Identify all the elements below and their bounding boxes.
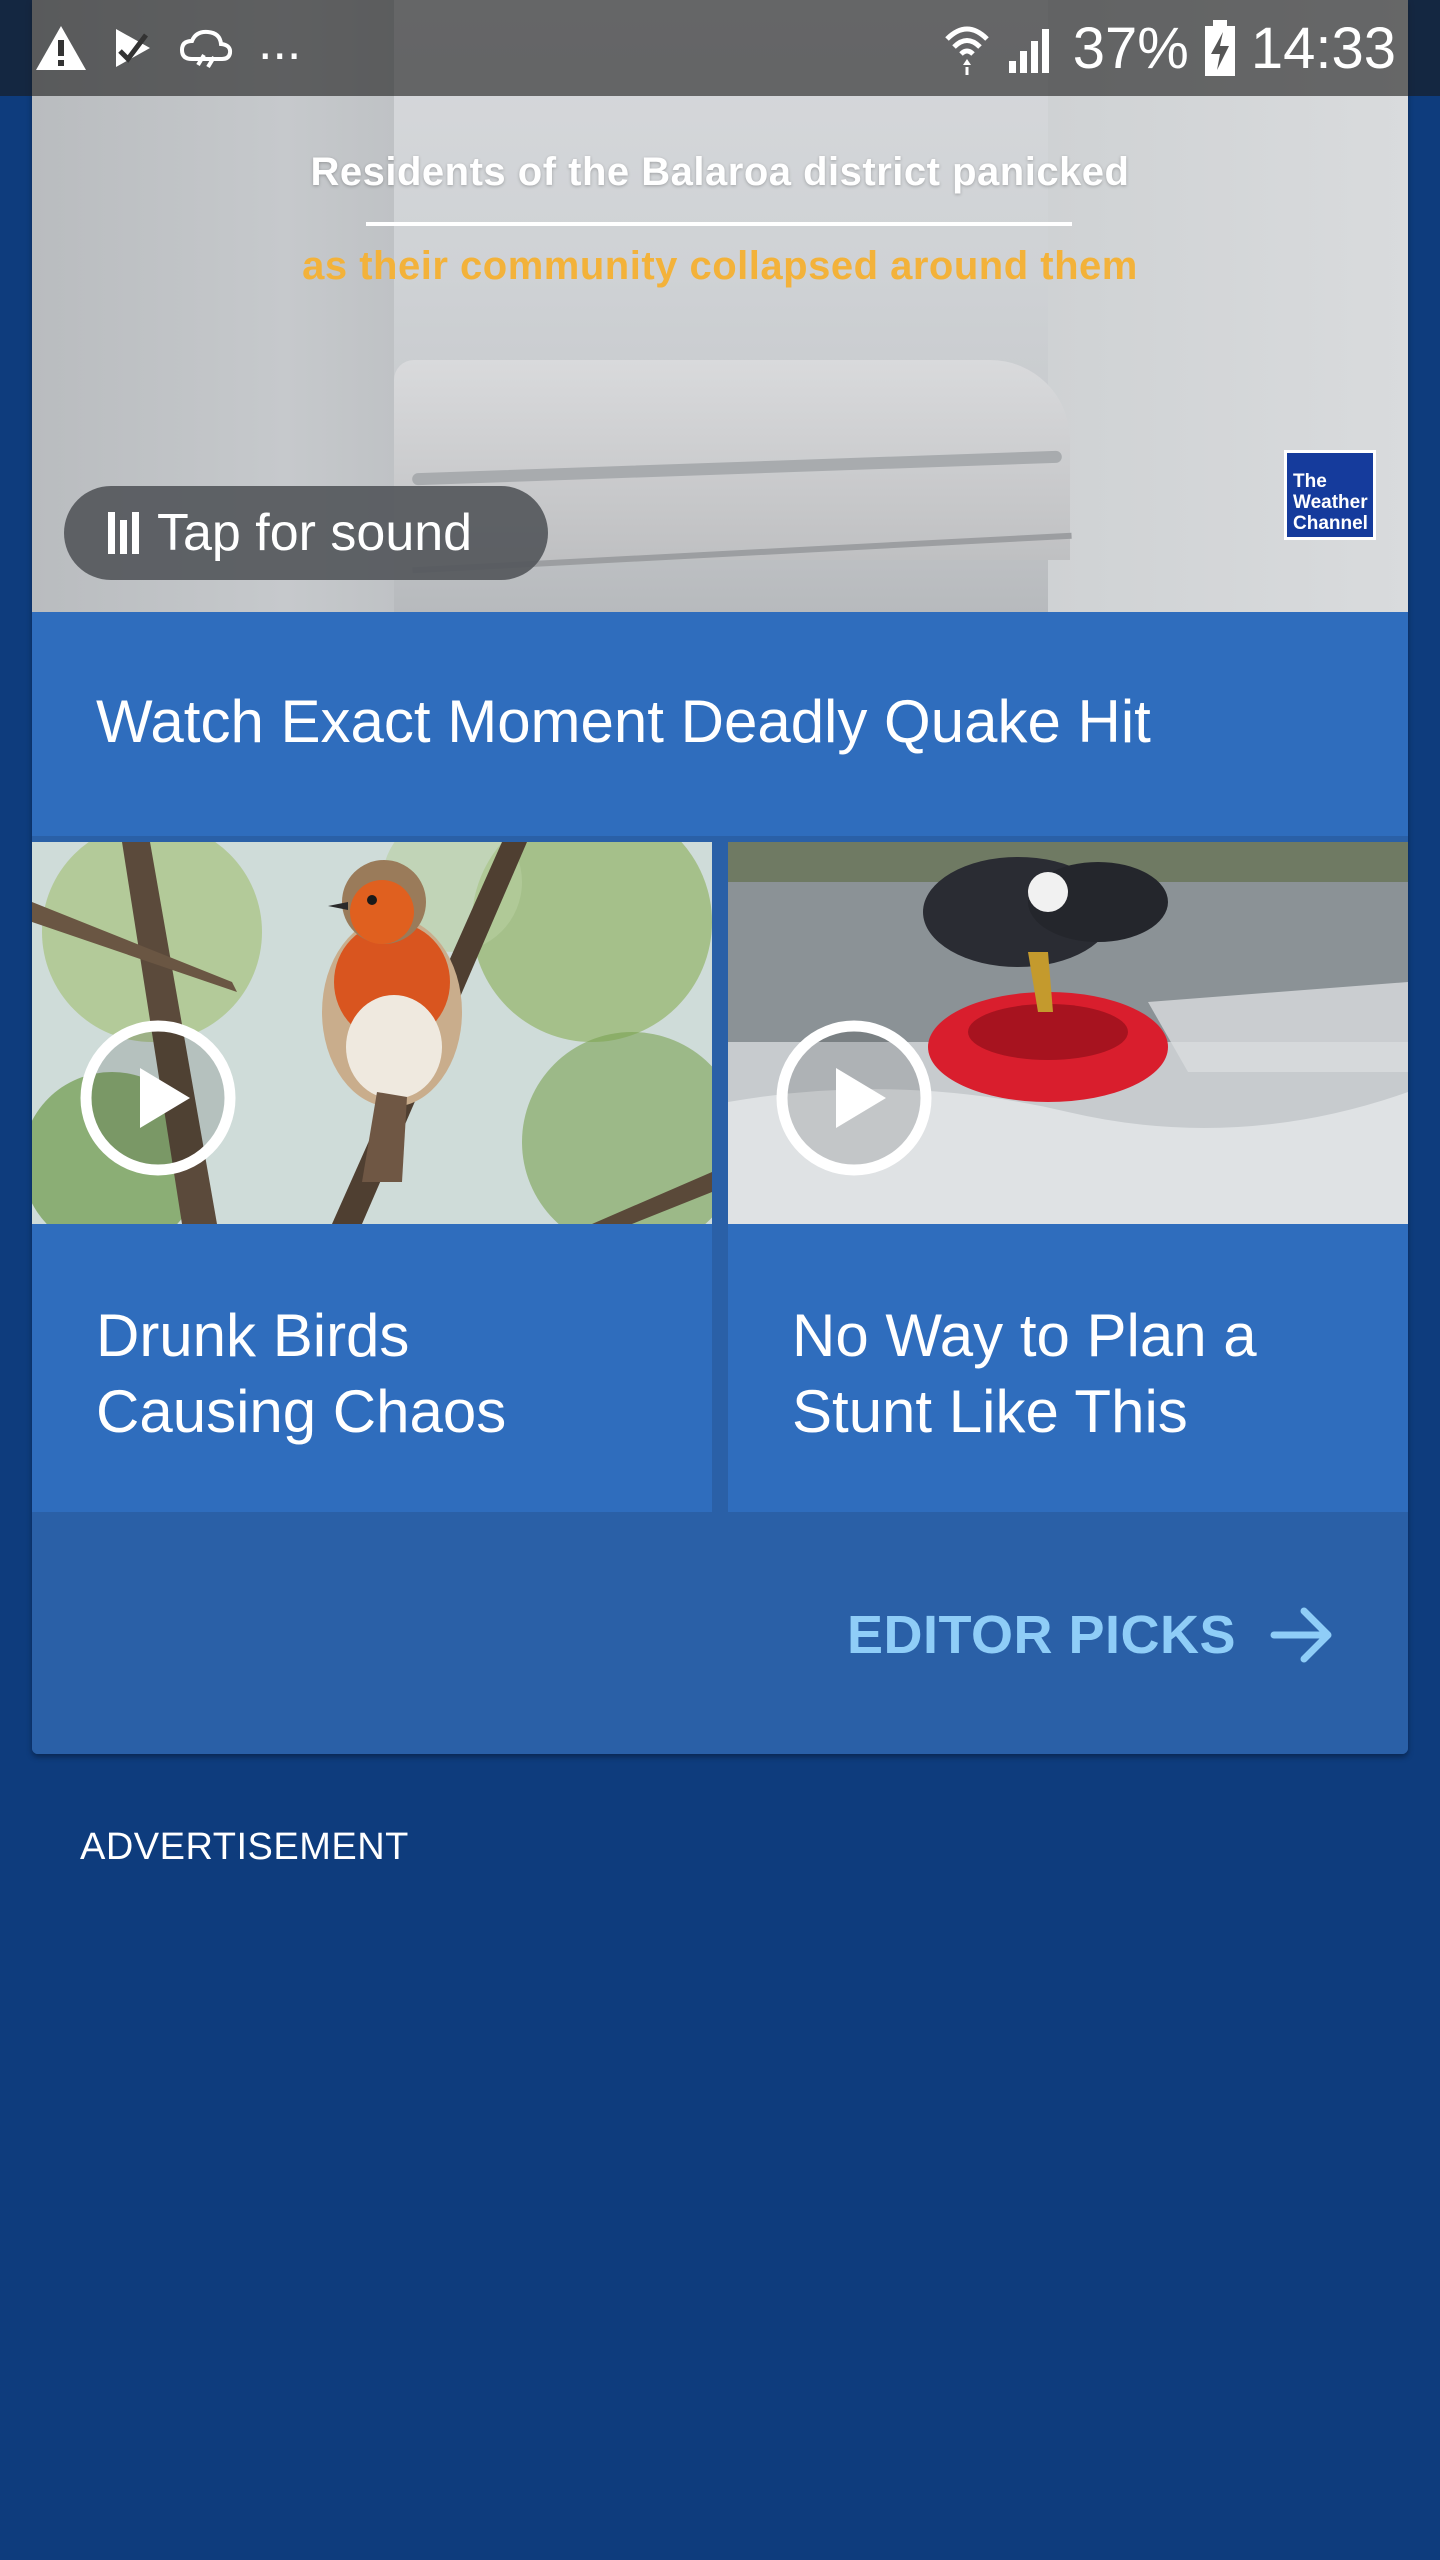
editor-picks-row: EDITOR PICKS (32, 1512, 1408, 1754)
clock: 14:33 (1250, 15, 1396, 81)
advertisement-label: ADVERTISEMENT (80, 1826, 409, 1868)
status-bar: ... 37% 14:33 (0, 0, 1440, 96)
editor-picks-link[interactable]: EDITOR PICKS (847, 1604, 1336, 1666)
tile-title: No Way to Plan a Stunt Like This (792, 1298, 1372, 1450)
system-icons: 37% 14:33 (943, 14, 1396, 82)
battery-charging-icon (1204, 20, 1235, 76)
arrow-right-icon (1270, 1607, 1332, 1663)
tile-title-line: No Way to Plan a (792, 1302, 1257, 1369)
weather-channel-logo: The Weather Channel (1284, 450, 1376, 540)
video-thumbnail (728, 842, 1408, 1224)
notification-icons: ... (34, 13, 302, 78)
wifi-icon (944, 26, 989, 75)
warning-icon (36, 26, 86, 70)
logo-text: The (1293, 471, 1327, 492)
video-thumbnail (32, 842, 712, 1224)
logo-text: Weather (1293, 492, 1368, 513)
cellular-signal-icon (1008, 29, 1049, 73)
video-caption-rule (366, 222, 1072, 226)
tap-for-sound-label: Tap for sound (157, 504, 473, 562)
tap-for-sound-button[interactable]: Tap for sound (64, 486, 548, 580)
battery-percent: 37% (1072, 15, 1189, 81)
hero-title-box[interactable]: Watch Exact Moment Deadly Quake Hit (32, 612, 1408, 836)
video-caption-line1: Residents of the Balaroa district panick… (310, 150, 1130, 194)
tile-title: Drunk Birds Causing Chaos (96, 1298, 676, 1450)
tile-title-line: Stunt Like This (792, 1378, 1188, 1445)
video-tile-drunk-birds[interactable]: Drunk Birds Causing Chaos (32, 842, 712, 1512)
tile-title-line: Drunk Birds (96, 1302, 410, 1369)
play-store-icon (116, 29, 150, 67)
logo-text: Channel (1293, 513, 1368, 534)
play-icon (776, 1020, 932, 1176)
editor-picks-label: EDITOR PICKS (846, 1605, 1236, 1665)
page: Residents of the Balaroa district panick… (0, 0, 1440, 2560)
hero-title: Watch Exact Moment Deadly Quake Hit (96, 688, 1151, 755)
cloud-icon (179, 29, 233, 69)
video-card: Residents of the Balaroa district panick… (32, 0, 1408, 1754)
video-caption-line2: as their community collapsed around them (302, 244, 1138, 288)
play-icon (80, 1020, 236, 1176)
video-tile-stunt[interactable]: No Way to Plan a Stunt Like This (728, 842, 1408, 1512)
sound-bars-icon (108, 512, 139, 554)
more-notifications-dots: ... (258, 13, 302, 71)
tile-title-line: Causing Chaos (96, 1378, 507, 1445)
